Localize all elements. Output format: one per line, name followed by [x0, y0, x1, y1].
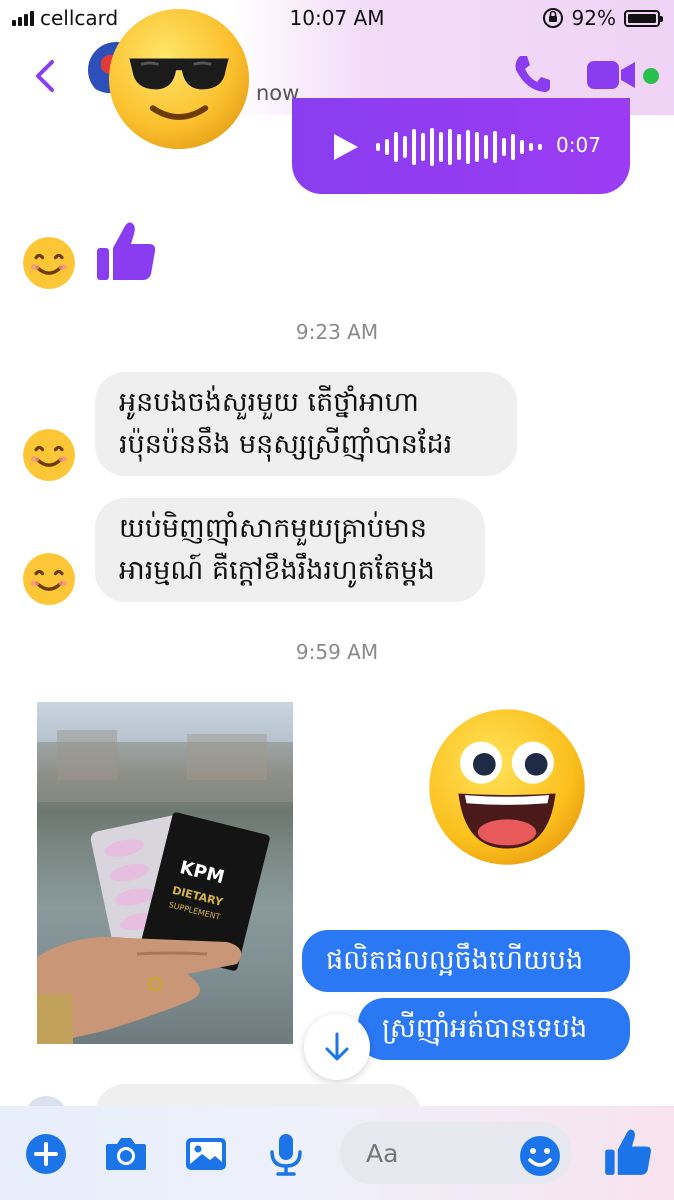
outgoing-message[interactable]: ស្រីញ៉ាំអត់បានទេបង — [358, 998, 630, 1060]
microphone-icon[interactable] — [262, 1130, 310, 1178]
message-line: រប៉ុនប៉ននឹង មនុស្សស្រីញ៉ាំបានដែរ — [119, 429, 453, 460]
timestamp: 9:59 AM — [295, 640, 379, 664]
smiling-emoji-avatar — [23, 237, 75, 289]
phone-icon[interactable] — [510, 52, 554, 96]
voice-duration: 0:07 — [556, 133, 601, 157]
video-camera-icon[interactable] — [585, 58, 637, 92]
battery-icon — [624, 9, 663, 27]
timestamp: 9:23 AM — [295, 320, 379, 344]
smiling-emoji-avatar — [23, 429, 75, 481]
outgoing-message[interactable]: ផលិតផលល្អចឹងហើយបង — [302, 930, 630, 992]
emoji-icon[interactable] — [516, 1132, 564, 1180]
thumbs-up-icon[interactable] — [602, 1126, 654, 1178]
product-photo[interactable]: KPM DIETARY SUPPLEMENT — [37, 702, 293, 1044]
incoming-message[interactable]: អូនបងចង់សួរមួយ តើថ្នាំអាហា រប៉ុនប៉ននឹង ម… — [95, 372, 517, 476]
smiling-emoji-avatar — [23, 553, 75, 605]
thumbs-up-icon — [97, 222, 156, 280]
message-line: អូនបងចង់សួរមួយ តើថ្នាំអាហា — [119, 387, 419, 418]
message-line: យប់មិញញ៉ាំសាកមួយគ្រាប់មាន — [119, 513, 427, 544]
scroll-to-bottom-button[interactable] — [304, 1014, 370, 1080]
product-image: KPM DIETARY SUPPLEMENT — [37, 730, 293, 1044]
image-icon[interactable] — [182, 1130, 230, 1178]
battery-status: 92% — [542, 6, 663, 30]
online-indicator — [643, 68, 659, 84]
grinning-emoji-sticker — [429, 709, 585, 865]
back-chevron-icon[interactable] — [28, 56, 64, 96]
arrow-down-icon — [325, 1032, 349, 1061]
incoming-message[interactable]: យប់មិញញ៉ាំសាកមួយគ្រាប់មាន អារម្មណ៍ គឺក្ត… — [95, 498, 485, 602]
play-icon[interactable] — [334, 134, 358, 160]
battery-percent: 92% — [571, 6, 616, 30]
camera-icon[interactable] — [102, 1130, 150, 1178]
plus-icon[interactable] — [22, 1130, 70, 1178]
sunglasses-emoji-sticker — [108, 8, 250, 150]
waveform — [376, 126, 542, 168]
orientation-lock-icon — [542, 8, 563, 28]
message-line: អារម្មណ៍ គឺក្តៅខឹងរឹងរហូតតែម្តង — [119, 555, 435, 586]
message-input-placeholder: Aa — [366, 1139, 399, 1168]
